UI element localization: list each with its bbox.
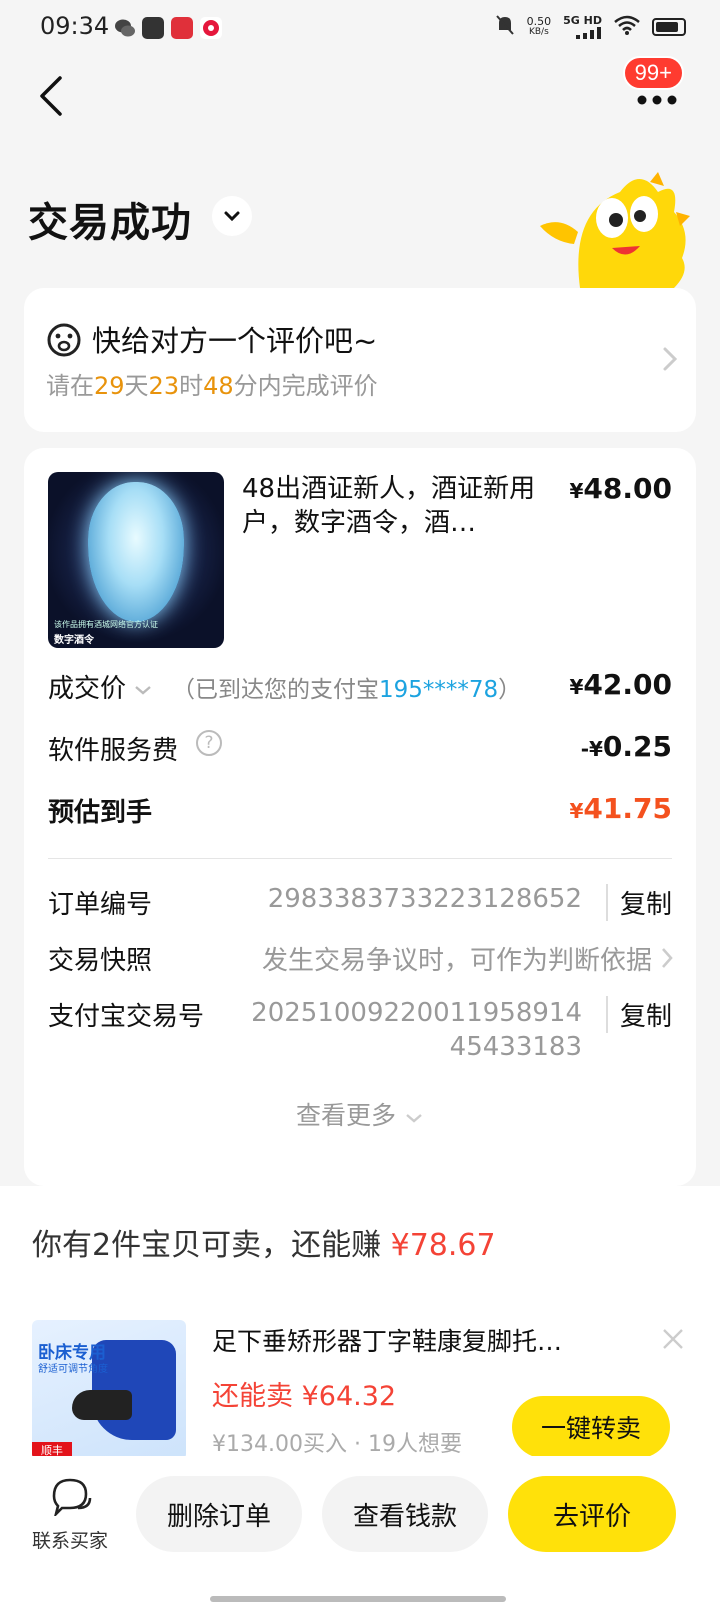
write-review-button[interactable]: 去评价 bbox=[508, 1476, 676, 1552]
shopping-app-icon bbox=[142, 17, 164, 39]
jade-token-image bbox=[88, 482, 184, 622]
service-fee-value: -¥0.25 bbox=[581, 730, 672, 763]
chat-bubble-icon[interactable] bbox=[48, 1476, 94, 1519]
net-unit: KB/s bbox=[528, 26, 549, 37]
countdown-hours: 23 bbox=[148, 372, 180, 400]
view-payment-button[interactable]: 查看钱款 bbox=[322, 1476, 488, 1552]
one-click-resell-button[interactable]: 一键转卖 bbox=[512, 1396, 670, 1458]
page-title: 交易成功 bbox=[28, 200, 192, 246]
recommended-item-image[interactable]: 卧床专用 舒适可调节角度 顺丰 bbox=[32, 1320, 186, 1460]
home-indicator[interactable] bbox=[210, 1596, 506, 1602]
close-icon[interactable] bbox=[660, 1326, 686, 1352]
review-prompt-card[interactable]: 快给对方一个评价吧~ 请在29天23时48分内完成评价 bbox=[24, 288, 696, 432]
chevron-right-icon[interactable] bbox=[660, 946, 674, 974]
network-type: 5G HD bbox=[563, 14, 602, 27]
countdown-prefix: 请在 bbox=[46, 372, 94, 400]
wifi-icon bbox=[614, 14, 640, 39]
countdown-hours-unit: 时 bbox=[179, 372, 204, 400]
status-time: 09:34 bbox=[40, 12, 110, 40]
deal-price-value: ¥42.00 bbox=[570, 668, 673, 701]
countdown-days: 29 bbox=[94, 372, 125, 400]
thumbnail-label: 数字酒令 bbox=[54, 635, 94, 646]
countdown-days-unit: 天 bbox=[124, 372, 149, 400]
product-price: ¥48.00 bbox=[570, 472, 673, 505]
more-button[interactable] bbox=[636, 92, 678, 106]
alipay-trade-label: 支付宝交易号 bbox=[48, 1002, 205, 1032]
battery-icon bbox=[652, 17, 686, 36]
thumbnail-caption: 该作品拥有酒城网络官方认证 bbox=[54, 620, 158, 629]
divider bbox=[48, 858, 672, 859]
chevron-down-icon bbox=[224, 211, 240, 222]
more-dots-icon bbox=[637, 95, 677, 105]
alipay-trade-line2: 45433183 bbox=[449, 1032, 582, 1062]
est-value: 41.75 bbox=[583, 792, 672, 825]
image-subtitle: 舒适可调节角度 bbox=[38, 1364, 108, 1375]
surprised-face-icon bbox=[46, 322, 82, 358]
deal-currency: ¥ bbox=[569, 675, 584, 699]
chevron-down-icon bbox=[406, 1114, 422, 1123]
recommended-item-name[interactable]: 足下垂矫形器丁字鞋康复脚托… bbox=[212, 1322, 592, 1358]
status-right: 0.50 KB/s 5G HD bbox=[495, 14, 686, 39]
status-expand-button[interactable] bbox=[212, 196, 252, 236]
price-value: 48.00 bbox=[583, 472, 672, 505]
wechat-icon bbox=[114, 17, 136, 39]
see-more-label: 查看更多 bbox=[296, 1101, 397, 1130]
review-countdown: 请在29天23时48分内完成评价 bbox=[46, 366, 378, 401]
snapshot-label: 交易快照 bbox=[48, 946, 153, 976]
mascot-fish-image bbox=[540, 172, 690, 288]
contact-buyer-label[interactable]: 联系买家 bbox=[32, 1526, 108, 1553]
see-more-button[interactable]: 查看更多 bbox=[24, 1096, 696, 1132]
order-number-label: 订单编号 bbox=[48, 890, 153, 920]
order-number-value: 2983383733223128652 bbox=[267, 884, 582, 914]
alipay-trade-line1: 20251009220011958914 bbox=[251, 998, 582, 1028]
recommended-item-meta: ¥134.00买入 · 19人想要 bbox=[212, 1432, 462, 1457]
deal-value: 42.00 bbox=[583, 668, 672, 701]
copy-alipay-number-button[interactable]: 复制 bbox=[605, 996, 672, 1033]
fee-value: 0.25 bbox=[602, 730, 672, 763]
signal-icon: 5G HD bbox=[563, 14, 602, 39]
copy-order-number-button[interactable]: 复制 bbox=[605, 884, 672, 921]
recommended-item-resell-price: 还能卖 ¥64.32 bbox=[212, 1381, 397, 1412]
hint-suffix: ） bbox=[498, 677, 522, 703]
mute-icon bbox=[495, 14, 515, 39]
price-currency: ¥ bbox=[569, 479, 584, 503]
notification-badge: 99+ bbox=[622, 56, 684, 90]
status-bar: 09:34 0.50 KB/s 5G HD bbox=[0, 0, 720, 56]
alipay-account: 195****78 bbox=[379, 677, 499, 703]
fee-prefix: -¥ bbox=[580, 737, 603, 761]
chevron-left-icon bbox=[40, 76, 62, 116]
chevron-down-icon bbox=[135, 686, 151, 695]
order-detail-card: 该作品拥有酒城网络官方认证 数字酒令 48出酒证新人，酒证新用户，数字酒令，酒…… bbox=[24, 448, 696, 1186]
alipay-trade-value: 20251009220011958914 45433183 bbox=[251, 996, 582, 1064]
net-speed: 0.50 bbox=[526, 14, 552, 28]
deal-price-hint: （已到达您的支付宝195****78） bbox=[172, 670, 521, 704]
product-title[interactable]: 48出酒证新人，酒证新用户，数字酒令，酒… bbox=[242, 472, 542, 540]
rec-title-prefix: 你有2件宝贝可卖，还能赚 bbox=[32, 1228, 391, 1263]
hint-prefix: （已到达您的支付宝 bbox=[172, 677, 379, 703]
snapshot-value[interactable]: 发生交易争议时，可作为判断依据 bbox=[262, 940, 652, 977]
countdown-minutes: 48 bbox=[203, 372, 234, 400]
est-currency: ¥ bbox=[569, 799, 584, 823]
countdown-suffix: 分内完成评价 bbox=[233, 372, 378, 400]
service-fee-label: 软件服务费 bbox=[48, 736, 179, 766]
back-button[interactable] bbox=[36, 74, 76, 118]
video-app-icon bbox=[200, 17, 222, 39]
delete-order-button[interactable]: 删除订单 bbox=[136, 1476, 302, 1552]
news-app-icon bbox=[171, 17, 193, 39]
deal-price-label-text: 成交价 bbox=[48, 674, 127, 704]
bottom-action-bar: 联系买家 删除订单 查看钱款 去评价 bbox=[0, 1456, 720, 1612]
help-icon[interactable]: ? bbox=[196, 730, 222, 756]
chevron-right-icon bbox=[662, 346, 678, 372]
foot-image bbox=[72, 1390, 132, 1420]
review-prompt-title: 快给对方一个评价吧~ bbox=[92, 324, 378, 358]
recommendation-title: 你有2件宝贝可卖，还能赚 ¥78.67 bbox=[32, 1220, 496, 1264]
estimated-income-label: 预估到手 bbox=[48, 798, 153, 828]
rec-title-amount: ¥78.67 bbox=[390, 1228, 496, 1263]
estimated-income-value: ¥41.75 bbox=[570, 792, 673, 825]
product-thumbnail[interactable]: 该作品拥有酒城网络官方认证 数字酒令 bbox=[48, 472, 224, 648]
deal-price-label[interactable]: 成交价 bbox=[48, 668, 154, 705]
